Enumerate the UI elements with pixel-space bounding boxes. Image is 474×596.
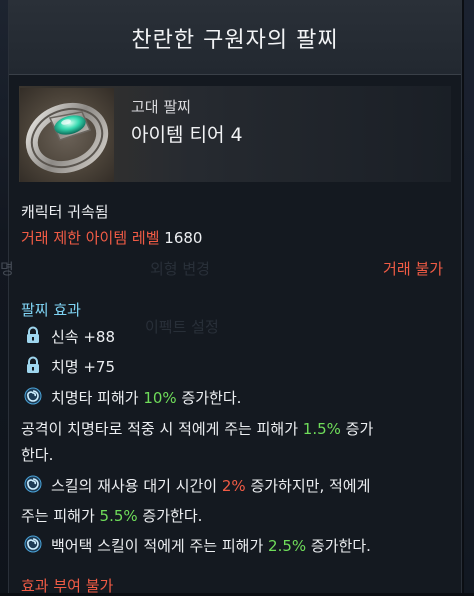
effect-text: 치명타 피해가 — [51, 389, 144, 407]
stat-swiftness: 신속 +88 — [51, 328, 116, 346]
effect-text: 증가하지만, 적에게 — [245, 477, 371, 495]
effect-text: 주는 피해가 — [21, 507, 100, 525]
background-right-panel — [464, 0, 474, 593]
item-name: 찬란한 구원자의 팔찌 — [131, 28, 339, 53]
ghost-effect-button: 이펙트 설정 — [145, 318, 219, 336]
effect-value: 5.5% — [99, 507, 138, 525]
effect-text: 공격이 치명타로 적중 시 적에게 주는 피해가 — [21, 420, 303, 438]
effect-value: 2.5% — [268, 537, 307, 555]
swirl-icon — [24, 387, 42, 405]
effect-text: 증가한다. — [137, 507, 203, 525]
swirl-icon — [24, 475, 42, 493]
effect-text: 증가한다. — [306, 537, 371, 555]
effect-text: 스킬의 재사용 대기 시간이 — [51, 477, 222, 495]
item-tier: 아이템 티어 4 — [131, 124, 243, 146]
bracelet-icon — [20, 88, 114, 182]
effect-value: 1.5% — [302, 420, 341, 438]
effects-header: 팔찌 효과 — [21, 301, 81, 319]
item-tooltip: 찬란한 구원자의 팔찌 고대 팔찌 아이템 티어 4 캐릭터 귀속됨 거래 제한… — [8, 0, 462, 595]
trade-limit-label: 거래 제한 아이템 레벨 — [21, 229, 160, 247]
ghost-appearance-button: 외형 변경 — [150, 260, 210, 278]
effect-value: 2% — [221, 477, 246, 495]
ghost-side-label: 명 — [0, 260, 14, 278]
binding-status: 캐릭터 귀속됨 — [21, 203, 109, 221]
effect-crit-damage: 치명타 피해가 10% 증가한다. — [51, 387, 241, 408]
tooltip-header: 찬란한 구원자의 팔찌 — [9, 0, 461, 75]
trade-limit: 거래 제한 아이템 레벨 1680 — [21, 227, 202, 248]
effect-value: 10% — [143, 389, 177, 407]
swirl-icon — [24, 535, 42, 553]
trade-status: 거래 불가 — [383, 260, 443, 278]
item-grade: 고대 팔찌 — [131, 98, 191, 116]
stat-crit: 치명 +75 — [51, 358, 116, 376]
effect-back-attack: 백어택 스킬이 적에게 주는 피해가 2.5% 증가한다. — [51, 535, 371, 556]
effect-cooldown-line1: 스킬의 재사용 대기 시간이 2% 증가하지만, 적에게 — [51, 475, 370, 496]
effect-crit-hit-line1: 공격이 치명타로 적중 시 적에게 주는 피해가 1.5% 증가 — [21, 418, 373, 439]
effect-crit-hit-line2: 한다. — [21, 446, 54, 464]
effect-text: 증가 — [340, 420, 374, 438]
lock-icon — [25, 356, 41, 374]
trade-limit-level: 1680 — [164, 229, 203, 247]
effect-cooldown-line2: 주는 피해가 5.5% 증가한다. — [21, 505, 202, 526]
effect-text: 백어택 스킬이 적에게 주는 피해가 — [51, 537, 269, 555]
effect-text: 증가한다. — [176, 389, 242, 407]
lock-icon — [25, 326, 41, 344]
